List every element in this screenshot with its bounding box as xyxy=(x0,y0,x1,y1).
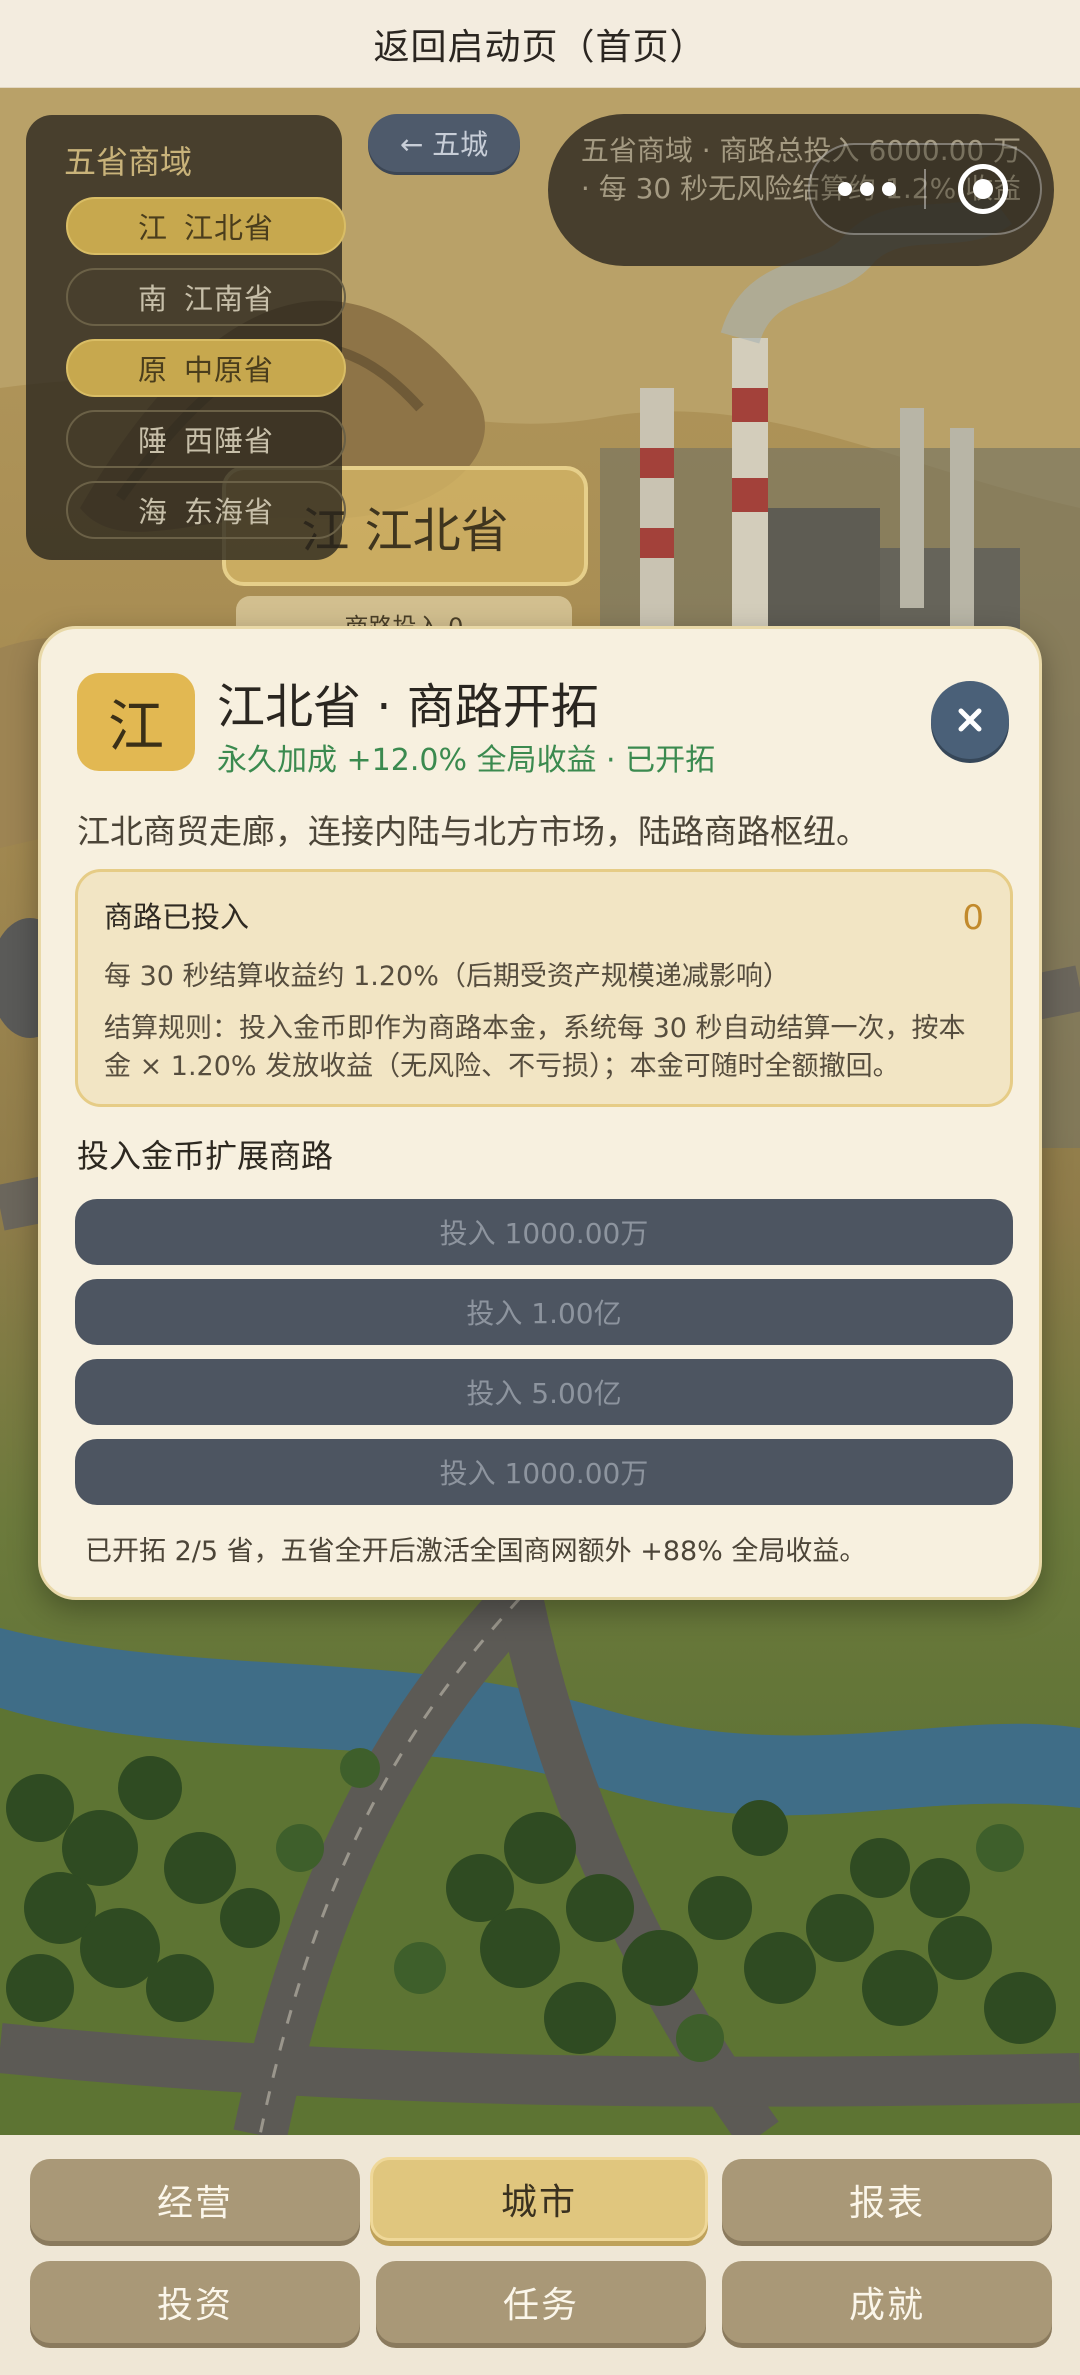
invested-value: 0 xyxy=(962,898,984,938)
invest-button-2[interactable]: 投入 1.00亿 xyxy=(75,1279,1013,1345)
province-char: 南 xyxy=(137,282,168,316)
province-list-panel: 五省商域 江 江北省 南 江南省 原 中原省 陲 西陲省 海 东海省 xyxy=(26,115,346,560)
province-name: 东海省 xyxy=(184,495,275,529)
settlement-rule: 结算规则：投入金币即作为商路本金，系统每 30 秒自动结算一次，按本金 × 1.… xyxy=(104,1013,966,1082)
province-item-jiangbei[interactable]: 江 江北省 xyxy=(66,197,346,255)
nav-operate[interactable]: 经营 xyxy=(30,2159,360,2241)
nav-achievements[interactable]: 成就 xyxy=(722,2261,1052,2343)
province-name: 西陲省 xyxy=(184,424,275,458)
province-item-donghai[interactable]: 海 东海省 xyxy=(66,481,346,539)
nav-city[interactable]: 城市 xyxy=(370,2157,708,2241)
trade-route-modal: 江 江北省 · 商路开拓 永久加成 +12.0% 全局收益 · 已开拓 江北商贸… xyxy=(38,626,1042,1600)
province-item-xichui[interactable]: 陲 西陲省 xyxy=(66,410,346,468)
modal-title: 江北省 · 商路开拓 xyxy=(217,679,599,735)
nav-invest[interactable]: 投资 xyxy=(30,2261,360,2343)
province-description: 江北商贸走廊，连接内陆与北方市场，陆路商路枢纽。 xyxy=(77,812,869,851)
province-badge: 江 xyxy=(77,673,195,771)
province-name: 江南省 xyxy=(184,282,275,316)
close-button[interactable] xyxy=(931,681,1009,759)
invest-section-title: 投入金币扩展商路 xyxy=(77,1137,334,1175)
more-menu-icon[interactable] xyxy=(810,182,924,196)
province-char: 江 xyxy=(137,211,168,245)
back-to-home-link[interactable]: 返回启动页（首页） xyxy=(373,18,706,70)
invest-button-3[interactable]: 投入 5.00亿 xyxy=(75,1359,1013,1425)
province-char: 原 xyxy=(137,353,168,387)
province-item-zhongyuan[interactable]: 原 中原省 xyxy=(66,339,346,397)
nav-tasks[interactable]: 任务 xyxy=(376,2261,706,2343)
province-char: 海 xyxy=(137,495,168,529)
miniprogram-capsule xyxy=(808,143,1042,235)
invested-title: 商路已投入 xyxy=(104,900,250,934)
settlement-rate: 每 30 秒结算收益约 1.20%（后期受资产规模递减影响） xyxy=(104,961,790,992)
close-icon xyxy=(958,708,982,732)
province-name: 中原省 xyxy=(184,353,275,387)
invest-button-1[interactable]: 投入 1000.00万 xyxy=(75,1199,1013,1265)
back-five-cities-button[interactable]: ← 五城 xyxy=(368,114,520,172)
province-char: 陲 xyxy=(137,424,168,458)
bottom-nav: 经营 城市 报表 投资 任务 成就 xyxy=(0,2135,1080,2375)
nav-report[interactable]: 报表 xyxy=(722,2159,1052,2241)
province-name: 江北省 xyxy=(184,211,275,245)
province-panel-title: 五省商域 xyxy=(64,143,193,181)
progress-footnote: 已开拓 2/5 省，五省全开后激活全国商网额外 +88% 全局收益。 xyxy=(85,1536,867,1567)
modal-subtitle: 永久加成 +12.0% 全局收益 · 已开拓 xyxy=(217,743,716,778)
top-bar: 返回启动页（首页） xyxy=(0,0,1080,88)
close-miniprogram-icon[interactable] xyxy=(926,164,1040,214)
province-item-jiangnan[interactable]: 南 江南省 xyxy=(66,268,346,326)
invest-button-4[interactable]: 投入 1000.00万 xyxy=(75,1439,1013,1505)
invested-amount-box: 商路已投入 0 每 30 秒结算收益约 1.20%（后期受资产规模递减影响） 结… xyxy=(75,869,1013,1107)
